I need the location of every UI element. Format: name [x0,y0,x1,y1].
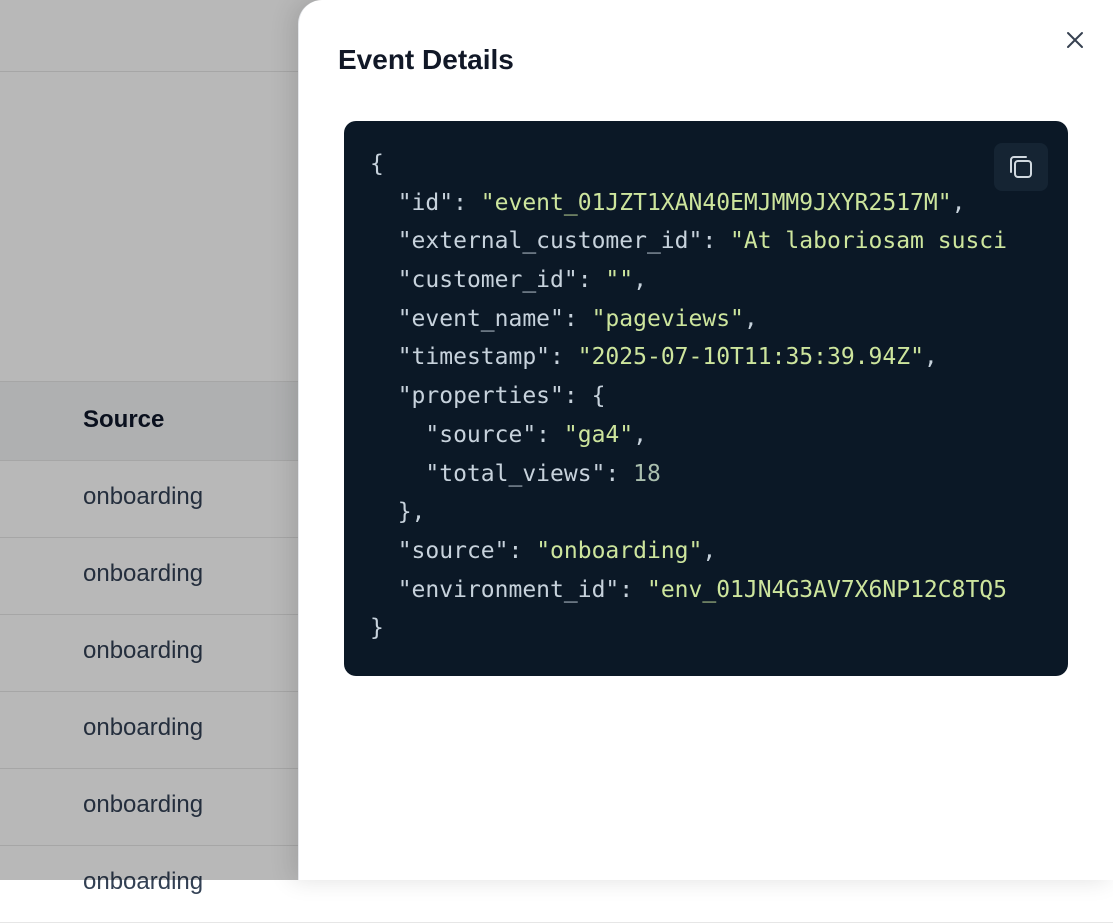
json-line: "customer_id": "", [397,267,647,294]
json-key: "environment_id" [397,576,620,603]
event-details-sheet: Event Details { "id": "event_01JZT1XAN40… [298,0,1113,880]
json-string: "At laboriosam susci [730,228,1007,255]
json-string: "onboarding" [536,537,703,564]
json-line: "environment_id": "env_01JN4G3AV7X6NP12C… [397,576,1007,603]
json-key: "customer_id" [397,267,578,294]
json-string: "pageviews" [591,305,744,332]
json-key: "external_customer_id" [397,228,703,255]
close-button[interactable] [1059,24,1091,56]
json-string: "2025-07-10T11:35:39.94Z" [577,344,924,371]
json-content: { "id": "event_01JZT1XAN40EMJMM9JXYR2517… [370,145,1007,648]
json-key: "total_views" [425,460,606,487]
json-line: "source": "onboarding", [397,537,717,564]
json-line: "total_views": 18 [425,460,661,487]
copy-icon [1010,156,1032,178]
json-string: "event_01JZT1XAN40EMJMM9JXYR2517M" [480,189,952,216]
sheet-title: Event Details [338,44,514,75]
json-line: "id": "event_01JZT1XAN40EMJMM9JXYR2517M"… [397,189,966,216]
json-key: "source" [397,537,509,564]
json-code-block: { "id": "event_01JZT1XAN40EMJMM9JXYR2517… [344,121,1068,676]
json-key: "event_name" [397,305,564,332]
json-line: }, [370,499,426,526]
json-line: "timestamp": "2025-07-10T11:35:39.94Z", [397,344,938,371]
json-key: "timestamp" [397,344,551,371]
json-key: "id" [397,189,454,216]
json-key: "properties" [397,383,564,410]
json-string: "ga4" [563,421,634,448]
json-string: "" [605,267,634,294]
json-string: "env_01JN4G3AV7X6NP12C8TQ5 [646,576,1007,603]
copy-button[interactable] [994,143,1048,191]
close-icon [1067,32,1083,48]
json-line: "event_name": "pageviews", [397,305,758,332]
json-line: "external_customer_id": "At laboriosam s… [397,228,1007,255]
json-line: "source": "ga4", [425,421,647,448]
json-line: "properties": { [397,383,606,410]
json-key: "source" [425,421,537,448]
json-line: } [370,615,384,642]
json-number: 18 [633,460,661,487]
json-line: { [370,151,384,177]
